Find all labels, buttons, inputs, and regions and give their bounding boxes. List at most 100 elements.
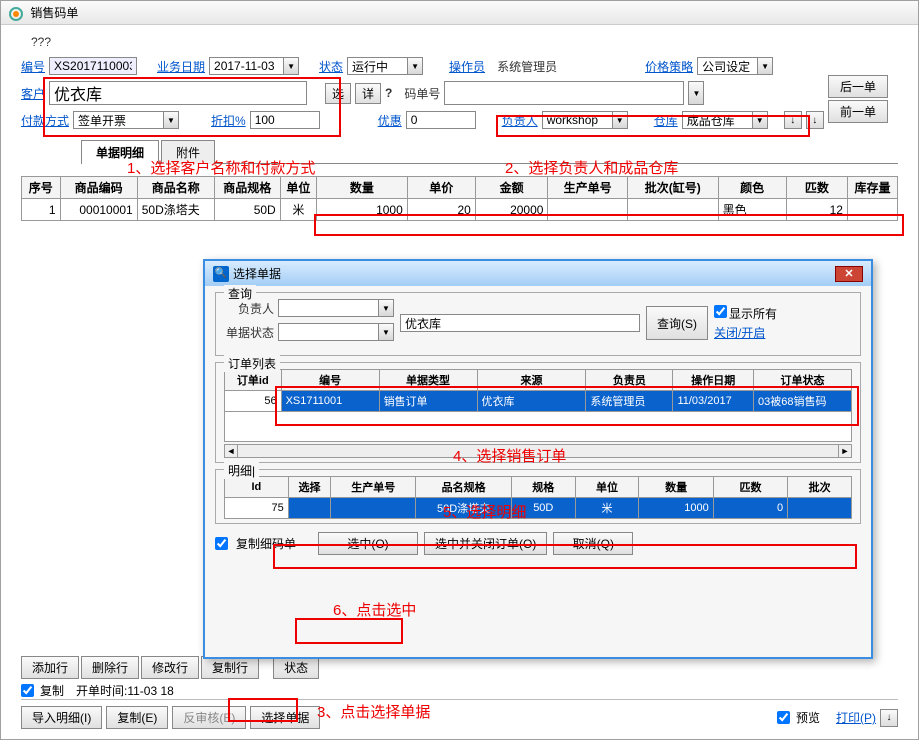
dialog-titlebar: 🔍 选择单据 ✕: [205, 261, 871, 286]
col-pcs[interactable]: 匹数: [786, 177, 847, 199]
state-button[interactable]: 状态: [273, 656, 319, 679]
select-doc-button[interactable]: 选择单据: [250, 706, 320, 729]
unaudit-button[interactable]: 反审核(E): [172, 706, 246, 729]
owner-label: 负责人: [502, 112, 538, 129]
col-spec[interactable]: 商品规格: [214, 177, 280, 199]
scroll-left-icon[interactable]: ◄: [224, 444, 238, 458]
query-legend: 查询: [224, 285, 256, 302]
col-name[interactable]: 商品名称: [137, 177, 214, 199]
table-row[interactable]: 1 00010001 50D涤塔夫 50D 米 1000 20 20000 XS…: [22, 199, 898, 221]
cancel-button[interactable]: 取消(Q): [553, 532, 633, 555]
down-arrow2-icon[interactable]: ↓: [806, 111, 824, 129]
ann-1: 1、选择客户名称和付款方式: [127, 157, 315, 178]
preview-checkbox[interactable]: [777, 711, 790, 724]
col-code[interactable]: 商品编码: [60, 177, 137, 199]
owner-input[interactable]: [542, 111, 612, 129]
pay-method-input[interactable]: [73, 111, 163, 129]
dlg-status-label: 单据状态: [224, 324, 274, 341]
mod-row-button[interactable]: 修改行: [141, 656, 199, 679]
col-unit[interactable]: 单位: [280, 177, 316, 199]
select-button[interactable]: 选: [325, 83, 351, 104]
owner-dropdown[interactable]: ▼: [612, 111, 628, 129]
select-ok-button[interactable]: 选中(O): [318, 532, 418, 555]
del-row-button[interactable]: 删除行: [81, 656, 139, 679]
search-button[interactable]: 查询(S): [646, 306, 708, 340]
row-toolbar: 添加行 删除行 修改行 复制行 状态: [21, 656, 319, 679]
biz-date-input[interactable]: [209, 57, 283, 75]
ann-3: 3、点击选择单据: [317, 701, 430, 722]
status-dropdown[interactable]: ▼: [407, 57, 423, 75]
show-all-label: 显示所有: [729, 307, 777, 321]
copy-button[interactable]: 复制(E): [106, 706, 168, 729]
dlg-owner-dropdown[interactable]: ▼: [378, 299, 394, 317]
subtitle: ???: [31, 35, 898, 49]
barcode-dropdown[interactable]: ▼: [688, 81, 704, 105]
orders-legend: 订单列表: [224, 355, 280, 372]
search-input[interactable]: [400, 314, 640, 332]
show-all-checkbox[interactable]: [714, 305, 727, 318]
col-price[interactable]: 单价: [407, 177, 475, 199]
details-fieldset: 明细| Id 选择 生产单号 品名规格 规格 单位 数量 匹数 批次: [215, 469, 861, 524]
copy-row-button[interactable]: 复制行: [201, 656, 259, 679]
help-icon[interactable]: ?: [385, 86, 392, 100]
barcode-input[interactable]: [444, 81, 684, 105]
query-fieldset: 查询 负责人▼ 单据状态▼ 查询(S) 显示所有 关闭/开启: [215, 292, 861, 356]
col-qty[interactable]: 数量: [317, 177, 408, 199]
redbox-6: [295, 618, 403, 644]
price-policy-dropdown[interactable]: ▼: [757, 57, 773, 75]
row-2: 客户 选 详 ? 码单号 ▼: [21, 81, 898, 105]
copy-checkbox[interactable]: [21, 684, 34, 697]
detail-row[interactable]: 75 50D涤塔夫 50D 米 1000 0: [225, 498, 852, 519]
status-input[interactable]: [347, 57, 407, 75]
prev-button[interactable]: 前一单: [828, 100, 888, 123]
toggle-link[interactable]: 关闭/开启: [714, 324, 777, 341]
col-stock[interactable]: 库存量: [847, 177, 897, 199]
row-1: 编号 业务日期 ▼ 状态 ▼ 操作员 系统管理员 价格策略 ▼: [21, 57, 898, 75]
warehouse-dropdown[interactable]: ▼: [752, 111, 768, 129]
order-row[interactable]: 56 XS1711001 销售订单 优衣库 系统管理员 11/03/2017 0…: [225, 391, 852, 412]
warehouse-input[interactable]: [682, 111, 752, 129]
discount-input[interactable]: [250, 111, 320, 129]
window-title: 销售码单: [30, 6, 78, 20]
dlg-status-input[interactable]: [278, 323, 378, 341]
orders-grid: 订单id 编号 单据类型 来源 负责员 操作日期 订单状态 56 XS17110…: [224, 369, 852, 442]
preview-label: 预览: [796, 709, 820, 726]
select-close-button[interactable]: 选中并关闭订单(O): [424, 532, 547, 555]
col-seq[interactable]: 序号: [22, 177, 61, 199]
dialog-title: 选择单据: [233, 265, 281, 282]
dlg-status-dropdown[interactable]: ▼: [378, 323, 394, 341]
order-row-empty: [225, 412, 852, 442]
copy-label: 复制: [40, 682, 64, 699]
copy-detail-checkbox[interactable]: [215, 537, 228, 550]
benefit-input[interactable]: [406, 111, 476, 129]
import-button[interactable]: 导入明细(I): [21, 706, 102, 729]
bill-no-input[interactable]: [49, 57, 137, 75]
open-time: 开单时间:11-03 18: [76, 682, 174, 699]
customer-input[interactable]: [49, 81, 307, 105]
ann-2: 2、选择负责人和成品仓库: [505, 157, 678, 178]
next-button[interactable]: 后一单: [828, 75, 888, 98]
close-icon[interactable]: ✕: [835, 266, 863, 282]
col-batch[interactable]: 批次(缸号): [627, 177, 718, 199]
dlg-owner-input[interactable]: [278, 299, 378, 317]
col-color[interactable]: 颜色: [718, 177, 786, 199]
benefit-label: 优惠: [378, 112, 402, 129]
operator-value: 系统管理员: [497, 58, 557, 75]
col-amount[interactable]: 金额: [475, 177, 548, 199]
price-policy-input[interactable]: [697, 57, 757, 75]
print-dropdown-icon[interactable]: ↓: [880, 709, 898, 727]
biz-date-dropdown[interactable]: ▼: [283, 57, 299, 75]
print-link[interactable]: 打印(P): [836, 709, 876, 726]
warehouse-label: 仓库: [654, 112, 678, 129]
col-lot[interactable]: 生产单号: [548, 177, 627, 199]
main-window: 销售码单 ??? 编号 业务日期 ▼ 状态 ▼ 操作员 系统管理员 价格策略 ▼…: [0, 0, 919, 740]
ann-6: 6、点击选中: [333, 599, 416, 620]
ann-5: 5、选择明细: [443, 501, 526, 522]
scroll-right-icon[interactable]: ►: [838, 444, 852, 458]
detail-button[interactable]: 详: [355, 83, 381, 104]
down-arrow-icon[interactable]: ↓: [784, 111, 802, 129]
app-icon: [9, 7, 23, 21]
form-area: ??? 编号 业务日期 ▼ 状态 ▼ 操作员 系统管理员 价格策略 ▼ 客户 选…: [1, 25, 918, 170]
add-row-button[interactable]: 添加行: [21, 656, 79, 679]
pay-method-dropdown[interactable]: ▼: [163, 111, 179, 129]
